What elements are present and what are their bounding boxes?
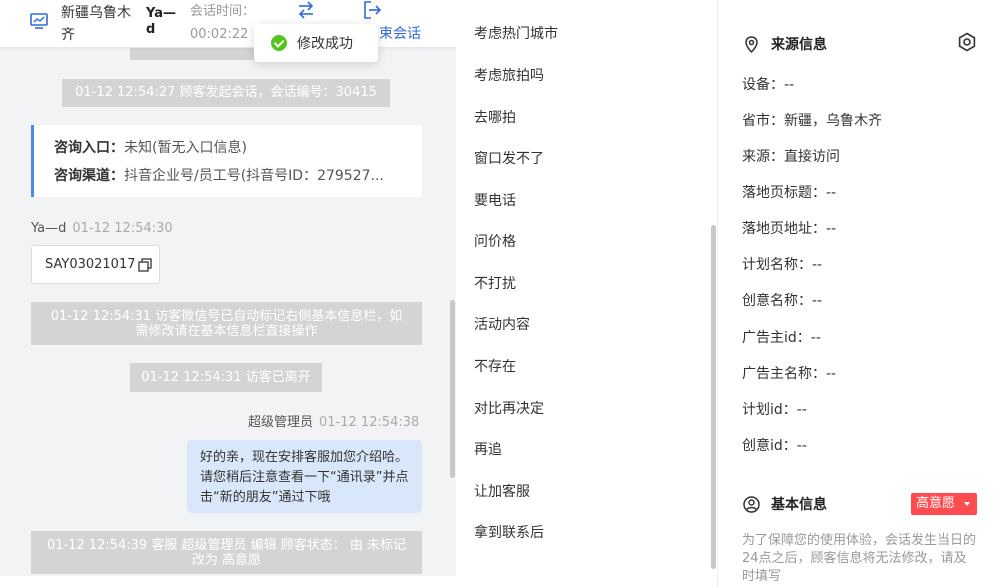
quick-reply-item[interactable]: 对比再决定 (474, 400, 544, 418)
chat-header: 新疆乌鲁木齐 Ya—d 会话时间： 00:02:22 束会话 (0, 0, 456, 48)
quick-reply-item[interactable]: 去哪拍 (474, 109, 516, 127)
quick-reply-item[interactable]: 拿到联系后 (474, 524, 544, 542)
message-text: SAY03021017 (45, 257, 136, 272)
visitor-info-panel: 来源信息 设备：-- 省市：新疆，乌鲁木齐 来源：直接访问 落地页标题：-- 落… (719, 0, 999, 587)
info-source: 来源：直接访问 (742, 149, 840, 165)
message-sender: Ya—d (31, 221, 67, 236)
transfer-icon[interactable] (296, 1, 316, 19)
session-time-label: 会话时间： (190, 4, 256, 19)
visitor-name: Ya—d (146, 6, 176, 37)
chat-scrollbar[interactable] (450, 300, 455, 478)
location-pin-icon (745, 35, 758, 53)
chat-input-edge (0, 576, 456, 587)
quick-reply-item[interactable]: 让加客服 (474, 483, 530, 501)
basic-info-header: 基本信息 (743, 494, 827, 514)
source-info-title: 来源信息 (771, 37, 827, 53)
intent-status-dropdown[interactable]: 高意愿 (911, 493, 977, 515)
visitor-city: 新疆乌鲁木齐 (61, 5, 131, 43)
consult-channel-label: 咨询渠道： (54, 168, 124, 184)
quick-reply-item[interactable]: 不打扰 (474, 275, 516, 293)
info-plan-id: 计划id：-- (742, 402, 807, 418)
quick-reply-item[interactable]: 要电话 (474, 192, 516, 210)
quick-reply-item[interactable]: 考虑热门城市 (474, 25, 558, 43)
info-creative-id: 创意id：-- (742, 438, 807, 454)
message-time: 01-12 12:54:38 (319, 415, 420, 430)
message-meta: 超级管理员 01-12 12:54:38 (248, 415, 419, 431)
check-circle-icon (271, 35, 287, 51)
edit-deadline-note: 为了保障您的使用体验，会话发生当日的24点之后，顾客信息将无法修改，请及时填写 (742, 533, 977, 584)
exit-icon[interactable] (362, 0, 382, 20)
consult-channel-value: 抖音企业号/员工号(抖音号ID：279527... (124, 168, 384, 184)
agent-message-bubble: 好的亲，现在安排客服加您介绍哈。请您稍后注意查看一下“通讯录”并点击“新的朋友”… (187, 440, 422, 513)
info-creative-name: 创意名称：-- (742, 293, 823, 309)
monitor-icon (30, 13, 48, 29)
system-message: 01-12 12:54:31 访客已离开 (130, 363, 322, 392)
info-landing-title: 落地页标题：-- (742, 185, 837, 201)
quick-reply-item[interactable]: 再追 (474, 441, 502, 459)
consult-info-card: 咨询入口：未知(暂无入口信息) 咨询渠道：抖音企业号/员工号(抖音号ID：279… (31, 125, 422, 197)
quick-reply-item[interactable]: 考虑旅拍吗 (474, 67, 544, 85)
message-meta: Ya—d 01-12 12:54:30 (31, 221, 173, 237)
system-message: 01-12 12:54:27 顾客发起会话，会话编号：30415 (62, 79, 390, 107)
consult-channel-row: 咨询渠道：抖音企业号/员工号(抖音号ID：279527... (54, 164, 414, 188)
info-device: 设备：-- (742, 77, 795, 93)
consult-entry-row: 咨询入口：未知(暂无入口信息) (54, 136, 414, 160)
info-landing-url: 落地页地址：-- (742, 221, 837, 237)
quick-reply-item[interactable]: 问价格 (474, 233, 516, 251)
consult-entry-label: 咨询入口： (54, 140, 124, 156)
success-toast: 修改成功 (254, 24, 378, 62)
info-advertiser-id: 广告主id：-- (742, 330, 821, 346)
system-message: 01-12 12:54:31 访客微信号已自动标记右侧基本信息栏，如需修改请在基… (31, 302, 422, 345)
user-circle-icon (743, 495, 760, 513)
consult-entry-value: 未知(暂无入口信息) (124, 140, 247, 156)
toast-text: 修改成功 (297, 36, 353, 52)
copyable-message[interactable]: SAY03021017 (31, 245, 160, 284)
quick-reply-panel: 考虑热门城市 考虑旅拍吗 去哪拍 窗口发不了 要电话 问价格 不打扰 活动内容 … (456, 0, 718, 587)
quick-reply-item[interactable]: 窗口发不了 (474, 150, 544, 168)
quick-reply-item[interactable]: 不存在 (474, 358, 516, 376)
system-message: 01-12 12:54:39 客服 超级管理员 编辑 顾客状态： 由 未标记 改… (31, 531, 422, 574)
session-time-value: 00:02:22 (190, 27, 249, 42)
source-info-header: 来源信息 (743, 34, 827, 54)
quick-reply-scrollbar[interactable] (711, 225, 716, 569)
info-province-city: 省市：新疆，乌鲁木齐 (742, 113, 882, 129)
info-advertiser-name: 广告主名称：-- (742, 366, 837, 382)
message-sender: 超级管理员 (248, 415, 314, 430)
message-time: 01-12 12:54:30 (72, 221, 173, 236)
copy-icon[interactable] (137, 257, 152, 272)
info-plan-name: 计划名称：-- (742, 257, 823, 273)
quick-reply-item[interactable]: 活动内容 (474, 316, 530, 334)
end-session-button[interactable]: 束会话 (379, 25, 421, 43)
app-root: 新疆乌鲁木齐 Ya—d 会话时间： 00:02:22 束会话 修改成功 01-1… (0, 0, 999, 587)
basic-info-title: 基本信息 (771, 497, 827, 513)
gear-icon[interactable] (957, 32, 977, 52)
chat-panel: 新疆乌鲁木齐 Ya—d 会话时间： 00:02:22 束会话 修改成功 01-1… (0, 0, 456, 587)
